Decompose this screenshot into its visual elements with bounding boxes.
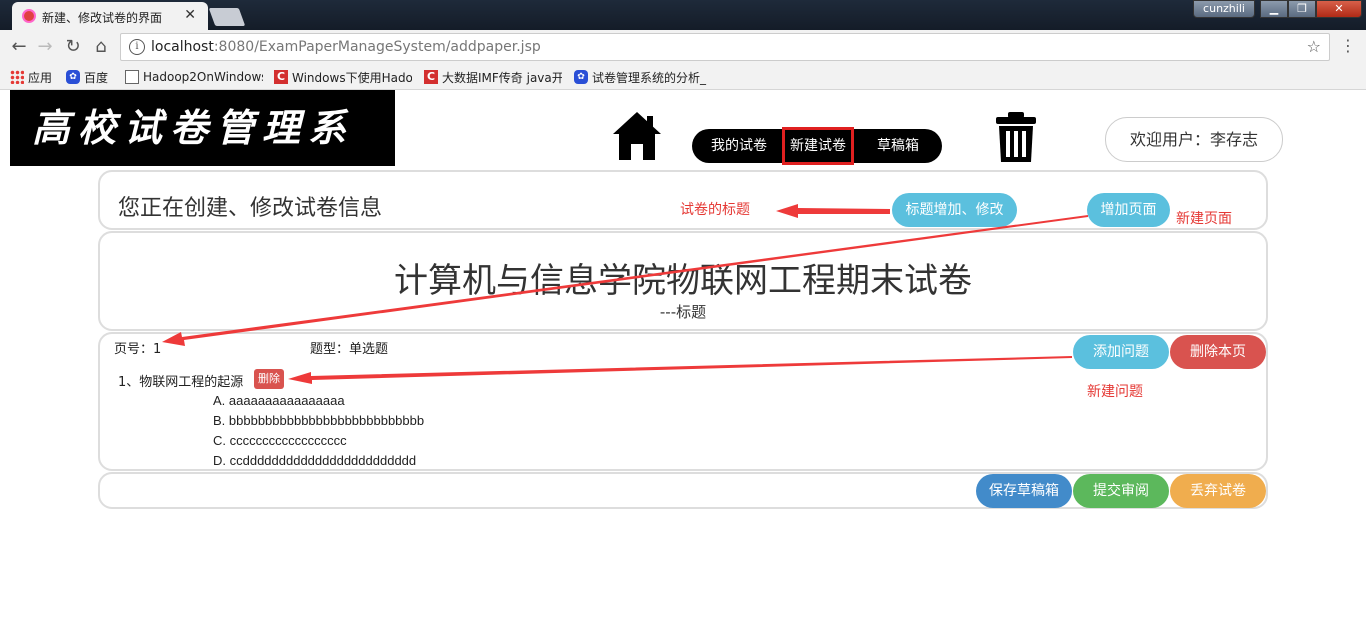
option-a: A. aaaaaaaaaaaaaaaa [213, 393, 345, 408]
bookmark-baidu[interactable]: ✿ 百度 [66, 68, 118, 86]
option-d: D. ccdddddddddddddddddddddddd [213, 453, 417, 468]
save-draft-button[interactable]: 保存草稿箱 [976, 474, 1072, 508]
url-text: localhost:8080/ExamPaperManageSystem/add… [151, 39, 541, 55]
bookmark-hadoop2onwindows[interactable]: Hadoop2OnWindows [125, 68, 263, 86]
delete-question-button[interactable]: 删除 [254, 369, 284, 389]
page-heading: 您正在创建、修改试卷信息 [118, 196, 383, 221]
trash-icon[interactable] [994, 112, 1038, 162]
add-question-button[interactable]: 添加问题 [1073, 335, 1169, 369]
window-close-button[interactable]: ✕ [1316, 0, 1362, 18]
welcome-user: 欢迎用户：李存志 [1105, 117, 1283, 162]
bookmark-windows-hadoop[interactable]: C Windows下使用Hadoop [274, 68, 412, 86]
paper-subtitle: ---标题 [659, 303, 707, 321]
bookmark-bigdata-imf[interactable]: C 大数据IMF传奇 java开 [424, 68, 562, 86]
paper-title-panel: 计算机与信息学院物联网工程期末试卷 ---标题 [98, 231, 1268, 331]
window-minimize-button[interactable]: ▁ [1260, 0, 1288, 18]
window-maximize-button[interactable]: ❐ [1288, 0, 1316, 18]
page-number: 页号：1 [114, 342, 162, 357]
baidu-paw-icon: ✿ [574, 70, 588, 84]
question-type: 题型：单选题 [310, 342, 389, 357]
tab-close-icon[interactable]: ✕ [184, 7, 196, 23]
bookmarks-bar: 应用 ✿ 百度 Hadoop2OnWindows C Windows下使用Had… [0, 64, 1366, 90]
option-b: B. bbbbbbbbbbbbbbbbbbbbbbbbbbb [213, 413, 425, 428]
nav-drafts[interactable]: 草稿箱 [858, 129, 938, 163]
reload-icon[interactable]: ↻ [62, 36, 84, 58]
question-page-panel: 页号：1 题型：单选题 添加问题 删除本页 1、物联网工程的起源 删除 A. a… [98, 332, 1268, 471]
browser-menu-icon[interactable]: ⋮ [1340, 36, 1356, 55]
address-bar[interactable]: i localhost:8080/ExamPaperManageSystem/a… [120, 33, 1330, 61]
nav-new-paper[interactable]: 新建试卷 [782, 127, 854, 165]
apps-grid-icon [10, 70, 24, 84]
baidu-paw-icon: ✿ [66, 70, 80, 84]
bookmark-apps[interactable]: 应用 [10, 68, 60, 86]
paper-title: 计算机与信息学院物联网工程期末试卷 [394, 261, 972, 301]
bookmark-star-icon[interactable]: ☆ [1307, 37, 1321, 56]
submit-review-button[interactable]: 提交审阅 [1073, 474, 1169, 508]
csdn-icon: C [424, 70, 438, 84]
main-nav: 我的试卷 新建试卷 草稿箱 [692, 127, 942, 165]
add-page-button[interactable]: 增加页面 [1087, 193, 1170, 227]
browser-toolbar: ← → ↻ ⌂ i localhost:8080/ExamPaperManage… [0, 30, 1366, 64]
tab-favicon-icon [22, 9, 36, 23]
annotation-new-page: 新建页面 [1176, 211, 1232, 227]
delete-page-button[interactable]: 删除本页 [1170, 335, 1266, 369]
edit-title-button[interactable]: 标题增加、修改 [892, 193, 1017, 227]
window-user-badge: cunzhili [1193, 0, 1255, 18]
option-c: C. cccccccccccccccccc [213, 433, 347, 448]
browser-titlebar: 新建、修改试卷的界面 ✕ cunzhili ▁ ❐ ✕ [0, 0, 1366, 30]
csdn-icon: C [274, 70, 288, 84]
annotation-title-note: 试卷的标题 [680, 202, 750, 218]
tab-title: 新建、修改试卷的界面 [42, 11, 163, 25]
browser-tab[interactable]: 新建、修改试卷的界面 ✕ [12, 2, 208, 30]
annotation-new-question: 新建问题 [1087, 384, 1143, 400]
footer-actions-panel: 保存草稿箱 提交审阅 丢弃试卷 [98, 472, 1268, 509]
new-tab-button[interactable] [208, 8, 246, 26]
nav-my-papers[interactable]: 我的试卷 [696, 129, 782, 163]
page-icon [125, 70, 139, 84]
question-text: 1、物联网工程的起源 [118, 375, 244, 390]
site-logo: 高校试卷管理系统 [10, 90, 395, 226]
discard-paper-button[interactable]: 丢弃试卷 [1170, 474, 1266, 508]
home-icon[interactable] [611, 110, 663, 162]
bookmark-exam-system-analysis[interactable]: ✿ 试卷管理系统的分析_ [574, 68, 710, 86]
site-info-icon[interactable]: i [129, 39, 145, 55]
back-icon[interactable]: ← [8, 36, 30, 58]
forward-icon[interactable]: → [34, 36, 56, 58]
home-nav-icon[interactable]: ⌂ [90, 36, 112, 58]
